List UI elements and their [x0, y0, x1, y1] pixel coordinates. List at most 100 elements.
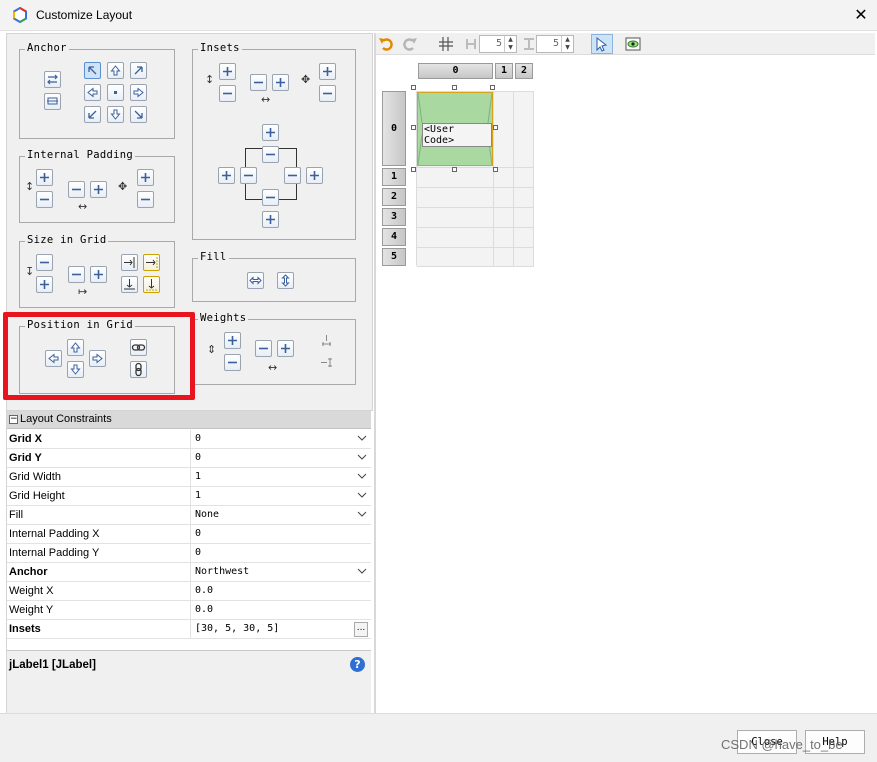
- row-header[interactable]: 4: [382, 228, 406, 246]
- internal-padding-y-value[interactable]: 0: [190, 544, 370, 563]
- resize-handle[interactable]: [452, 167, 457, 172]
- chevron-down-icon[interactable]: [357, 452, 367, 462]
- help-icon[interactable]: ?: [350, 657, 365, 672]
- anchor-west-button[interactable]: [84, 84, 101, 101]
- link-vertical-button[interactable]: [130, 361, 147, 378]
- move-right-button[interactable]: [89, 350, 106, 367]
- anchor-southwest-button[interactable]: [84, 106, 101, 123]
- resize-handle[interactable]: [411, 167, 416, 172]
- anchor-northeast-button[interactable]: [130, 62, 147, 79]
- column-header[interactable]: 0: [418, 63, 493, 79]
- preview-icon[interactable]: [624, 35, 642, 53]
- internal-padding-x-value[interactable]: 0: [190, 525, 370, 544]
- grid-cell[interactable]: [417, 228, 494, 248]
- property-row[interactable]: Weight X 0.0: [7, 582, 371, 601]
- move-down-button[interactable]: [67, 361, 84, 378]
- grid-cell[interactable]: [514, 92, 534, 168]
- increase-left-inset-button[interactable]: [218, 167, 235, 184]
- anchor-value[interactable]: Northwest: [190, 563, 370, 582]
- move-left-button[interactable]: [45, 350, 62, 367]
- selected-component[interactable]: <User Code>: [417, 92, 493, 166]
- grid-cell[interactable]: [417, 188, 494, 208]
- move-up-button[interactable]: [67, 339, 84, 356]
- row-header[interactable]: 0: [382, 91, 406, 166]
- grid-cell[interactable]: [514, 248, 534, 267]
- collapse-toggle[interactable]: −: [9, 415, 18, 424]
- property-row[interactable]: Grid Y 0: [7, 449, 371, 468]
- decrease-horizontal-insets-button[interactable]: [250, 74, 267, 91]
- increase-grid-height-button[interactable]: [36, 276, 53, 293]
- increase-vertical-padding-button[interactable]: [36, 169, 53, 186]
- grid-cell[interactable]: [514, 168, 534, 188]
- increase-weight-y-button[interactable]: [224, 332, 241, 349]
- anchor-northwest-button[interactable]: [84, 62, 101, 79]
- remainder-height-button[interactable]: [143, 276, 160, 293]
- row-header[interactable]: 5: [382, 248, 406, 266]
- property-row[interactable]: Grid X 0: [7, 430, 371, 449]
- distribute-weight-y-button[interactable]: [318, 354, 335, 371]
- close-icon[interactable]: ✕: [851, 5, 871, 25]
- property-row[interactable]: Internal Padding X 0: [7, 525, 371, 544]
- property-sheet-header[interactable]: − Layout Constraints: [7, 411, 371, 429]
- property-row[interactable]: Insets [30, 5, 30, 5]...: [7, 620, 371, 639]
- resize-handle[interactable]: [452, 85, 457, 90]
- spinner-arrows[interactable]: ▲ ▼: [561, 36, 573, 52]
- chevron-down-icon[interactable]: [357, 509, 367, 519]
- grid-x-value[interactable]: 0: [190, 430, 370, 449]
- property-row[interactable]: Grid Height 1: [7, 487, 371, 506]
- grid-cell[interactable]: [514, 228, 534, 248]
- chevron-down-icon[interactable]: [357, 490, 367, 500]
- grid-cell[interactable]: [417, 248, 494, 267]
- grid-gap-icon[interactable]: [437, 35, 455, 53]
- grid-cell[interactable]: [514, 188, 534, 208]
- increase-bottom-inset-button[interactable]: [262, 211, 279, 228]
- decrease-all-insets-button[interactable]: [319, 85, 336, 102]
- decrease-both-padding-button[interactable]: [137, 191, 154, 208]
- increase-top-inset-button[interactable]: [262, 124, 279, 141]
- link-horizontal-button[interactable]: [130, 339, 147, 356]
- decrease-grid-height-button[interactable]: [36, 254, 53, 271]
- chevron-down-icon[interactable]: [357, 471, 367, 481]
- increase-horizontal-insets-button[interactable]: [272, 74, 289, 91]
- row-header[interactable]: 3: [382, 208, 406, 226]
- decrease-right-inset-button[interactable]: [284, 167, 301, 184]
- anchor-baseline-h-button[interactable]: [44, 71, 61, 88]
- property-row[interactable]: Weight Y 0.0: [7, 601, 371, 620]
- decrease-grid-width-button[interactable]: [68, 266, 85, 283]
- relative-height-button[interactable]: [121, 276, 138, 293]
- ellipsis-button[interactable]: ...: [354, 622, 368, 637]
- chevron-down-icon[interactable]: [357, 566, 367, 576]
- resize-handle[interactable]: [493, 167, 498, 172]
- increase-right-inset-button[interactable]: [306, 167, 323, 184]
- vertical-gap-spinner[interactable]: 5 ▲ ▼: [536, 35, 574, 53]
- grid-cell[interactable]: [494, 188, 514, 208]
- weight-x-value[interactable]: 0.0: [190, 582, 370, 601]
- increase-all-insets-button[interactable]: [319, 63, 336, 80]
- undo-icon[interactable]: [378, 35, 396, 53]
- resize-handle[interactable]: [411, 125, 416, 130]
- grid-cell[interactable]: [494, 92, 514, 168]
- property-row[interactable]: Fill None: [7, 506, 371, 525]
- anchor-center-button[interactable]: [107, 84, 124, 101]
- decrease-vertical-padding-button[interactable]: [36, 191, 53, 208]
- grid-width-value[interactable]: 1: [190, 468, 370, 487]
- fill-value[interactable]: None: [190, 506, 370, 525]
- grid-cell[interactable]: [494, 228, 514, 248]
- relative-width-button[interactable]: [121, 254, 138, 271]
- spinner-arrows[interactable]: ▲ ▼: [504, 36, 516, 52]
- grid-cell[interactable]: [514, 208, 534, 228]
- grid-cell[interactable]: [494, 248, 514, 267]
- anchor-north-button[interactable]: [107, 62, 124, 79]
- select-mode-button[interactable]: [591, 34, 613, 54]
- column-header[interactable]: 1: [495, 63, 513, 79]
- fill-vertical-button[interactable]: [277, 272, 294, 289]
- insets-value[interactable]: [30, 5, 30, 5]...: [190, 620, 370, 639]
- decrease-vertical-insets-button[interactable]: [219, 85, 236, 102]
- grid-cell[interactable]: [417, 208, 494, 228]
- grid-height-value[interactable]: 1: [190, 487, 370, 506]
- property-row[interactable]: Anchor Northwest: [7, 563, 371, 582]
- increase-horizontal-padding-button[interactable]: [90, 181, 107, 198]
- increase-both-padding-button[interactable]: [137, 169, 154, 186]
- decrease-top-inset-button[interactable]: [262, 146, 279, 163]
- horizontal-gap-spinner[interactable]: 5 ▲ ▼: [479, 35, 517, 53]
